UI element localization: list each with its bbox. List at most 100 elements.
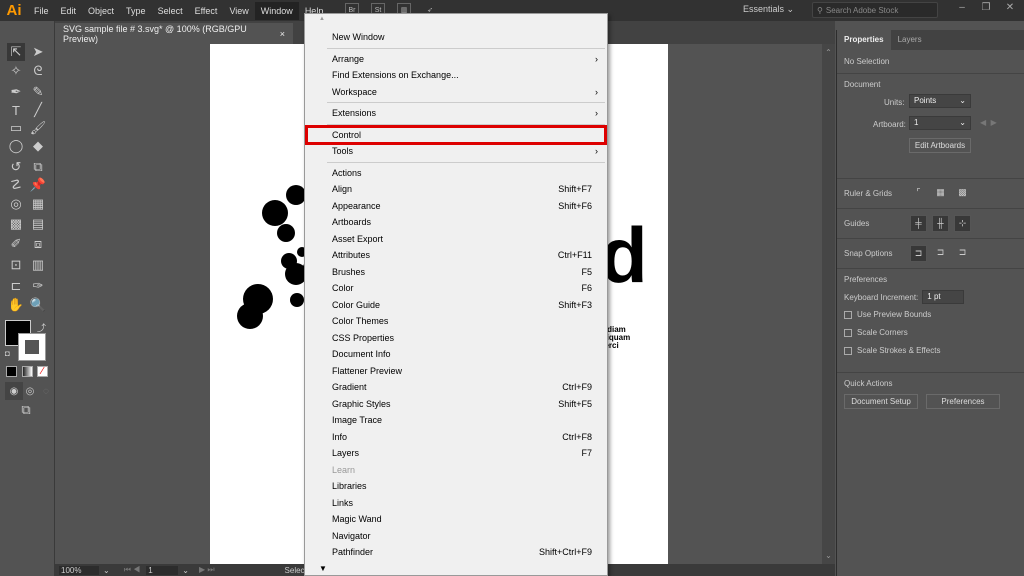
zoom-level[interactable]: 100% (59, 565, 99, 575)
menu-file[interactable]: File (28, 2, 55, 20)
swap-fill-stroke-icon[interactable]: ⤴ (37, 321, 46, 334)
tab-layers[interactable]: Layers (891, 30, 929, 50)
first-artboard-icon[interactable]: ⏮ ◀ (124, 565, 141, 575)
shaper-tool-icon[interactable]: ◯ (7, 137, 25, 155)
snap-to-grid-icon[interactable]: ⊐ (932, 245, 949, 262)
menu-effect[interactable]: Effect (189, 2, 224, 20)
direct-selection-tool-icon[interactable]: ➤ (29, 43, 47, 61)
menu-item-appearance[interactable]: Appearance Shift+F6 (306, 198, 606, 214)
scale-tool-icon[interactable]: ⧉ (29, 158, 47, 176)
line-tool-icon[interactable]: ╱ (29, 101, 47, 119)
close-icon[interactable]: ✕ (1000, 2, 1020, 16)
menu-item-image-trace[interactable]: Image Trace (306, 412, 606, 428)
menu-item-libraries[interactable]: Libraries (306, 478, 606, 494)
menu-window[interactable]: Window (254, 1, 299, 20)
artboard-number[interactable]: 1 (146, 565, 179, 575)
rectangle-tool-icon[interactable]: ▭ (7, 119, 25, 137)
grid-icon[interactable]: ▦ (932, 185, 949, 202)
menu-item-align[interactable]: Align Shift+F7 (306, 181, 606, 197)
blend-tool-icon[interactable]: ⧈ (29, 235, 47, 253)
menu-item-flattener-preview[interactable]: Flattener Preview (306, 363, 606, 379)
menu-item-tools[interactable]: Tools › (306, 143, 606, 159)
eyedropper-tool-icon[interactable]: ✐ (7, 235, 25, 253)
menu-select[interactable]: Select (152, 2, 189, 20)
menu-item-navigator[interactable]: Navigator (306, 528, 606, 544)
shape-builder-tool-icon[interactable]: ◎ (7, 195, 25, 213)
close-tab-icon[interactable]: × (280, 29, 285, 39)
scroll-down-icon[interactable]: ⌄ (822, 551, 835, 560)
menu-item-find-extensions-on-exchange[interactable]: Find Extensions on Exchange... (306, 67, 606, 83)
menu-item-links[interactable]: Links (306, 495, 606, 511)
lock-guides-icon[interactable]: ╫ (932, 215, 949, 232)
units-dropdown[interactable]: Points ⌄ (909, 94, 971, 108)
artboard-dropdown-icon[interactable]: ⌄ (182, 566, 189, 575)
restore-icon[interactable]: ❐ (976, 2, 996, 16)
gradient-mode-icon[interactable] (22, 366, 33, 377)
symbol-sprayer-tool-icon[interactable]: ⊡ (7, 256, 25, 274)
hand-tool-icon[interactable]: ✋ (7, 296, 25, 314)
draw-inside-icon[interactable]: ◌ (37, 382, 55, 400)
type-tool-icon[interactable]: T (7, 101, 25, 119)
artboard-tool-icon[interactable]: ⊏ (7, 277, 25, 295)
gradient-tool-icon[interactable]: ▤ (29, 215, 47, 233)
document-setup-button[interactable]: Document Setup (844, 394, 918, 409)
color-mode-icon[interactable] (6, 366, 17, 377)
menu-item-layers[interactable]: Layers F7 (306, 445, 606, 461)
menu-item-magic-wand[interactable]: Magic Wand (306, 511, 606, 527)
menu-edit[interactable]: Edit (55, 2, 83, 20)
smart-guides-icon[interactable]: ⊹ (954, 215, 971, 232)
use-preview-bounds-checkbox[interactable]: Use Preview Bounds (844, 310, 1017, 319)
menu-item-extensions[interactable]: Extensions › (306, 105, 606, 121)
scale-corners-checkbox[interactable]: Scale Corners (844, 328, 1017, 337)
snap-to-pixel-icon[interactable]: ⊐ (954, 245, 971, 262)
menu-item-attributes[interactable]: Attributes Ctrl+F11 (306, 247, 606, 263)
minimize-icon[interactable]: – (952, 2, 972, 16)
menu-scroll-up-icon[interactable]: ▲ (319, 16, 325, 22)
menu-item-document-info[interactable]: Document Info (306, 346, 606, 362)
document-tab[interactable]: SVG sample file # 3.svg* @ 100% (RGB/GPU… (55, 23, 293, 44)
checkbox-box[interactable] (844, 328, 852, 337)
menu-item-info[interactable]: Info Ctrl+F8 (306, 429, 606, 445)
menu-item-artboards[interactable]: Artboards (306, 214, 606, 230)
eraser-tool-icon[interactable]: ◆ (29, 137, 47, 155)
menu-item-color-guide[interactable]: Color Guide Shift+F3 (306, 297, 606, 313)
stroke-swatch[interactable] (18, 333, 46, 361)
next-artboard-icon[interactable]: ▶ ⏭ (199, 565, 215, 575)
menu-item-new-window[interactable]: New Window (306, 29, 606, 45)
perspective-grid-tool-icon[interactable]: ▦ (29, 195, 47, 213)
lasso-tool-icon[interactable]: ᘓ (29, 62, 47, 80)
paintbrush-tool-icon[interactable]: 🖌 (29, 119, 47, 137)
show-guides-icon[interactable]: ╪ (910, 215, 927, 232)
screen-mode-icon[interactable]: ⧉ (17, 401, 35, 419)
artboard-prev-next-icon[interactable]: ◀ ▶ (980, 118, 997, 127)
puppet-warp-tool-icon[interactable]: 📌 (29, 176, 47, 194)
selection-tool-icon[interactable]: ⇱ (7, 43, 25, 61)
rotate-tool-icon[interactable]: ↺ (7, 158, 25, 176)
menu-item-asset-export[interactable]: Asset Export (306, 231, 606, 247)
transparency-grid-icon[interactable]: ▩ (954, 185, 971, 202)
rulers-icon[interactable]: ⌜ (910, 185, 927, 202)
slice-tool-icon[interactable]: ✑ (29, 277, 47, 295)
warp-tool-icon[interactable]: ☡ (7, 176, 25, 194)
scroll-up-icon[interactable]: ⌃ (822, 48, 835, 57)
mesh-tool-icon[interactable]: ▩ (7, 215, 25, 233)
snap-to-point-icon[interactable]: ⊐ (910, 245, 927, 262)
workspace-switcher[interactable]: Essentials ⌄ (743, 4, 794, 15)
menu-object[interactable]: Object (82, 2, 120, 20)
menu-item-arrange[interactable]: Arrange › (306, 51, 606, 67)
none-mode-icon[interactable]: ⁄ (37, 366, 48, 377)
artboard-dropdown[interactable]: 1 ⌄ (909, 116, 971, 130)
keyboard-increment-input[interactable]: 1 pt (922, 290, 965, 304)
preferences-button[interactable]: Preferences (926, 394, 1000, 409)
menu-item-css-properties[interactable]: CSS Properties (306, 330, 606, 346)
edit-artboards-button[interactable]: Edit Artboards (909, 138, 971, 153)
scale-strokes-effects-checkbox[interactable]: Scale Strokes & Effects (844, 346, 1017, 355)
vertical-scrollbar[interactable]: ⌃ ⌄ (822, 44, 835, 564)
zoom-dropdown-icon[interactable]: ⌄ (103, 566, 110, 575)
default-colors-icon[interactable]: ◘ (5, 349, 10, 358)
curvature-tool-icon[interactable]: ✎ (29, 83, 47, 101)
pen-tool-icon[interactable]: ✒ (7, 83, 25, 101)
menu-item-workspace[interactable]: Workspace › (306, 84, 606, 100)
menu-item-actions[interactable]: Actions (306, 165, 606, 181)
magic-wand-tool-icon[interactable]: ✧ (7, 62, 25, 80)
